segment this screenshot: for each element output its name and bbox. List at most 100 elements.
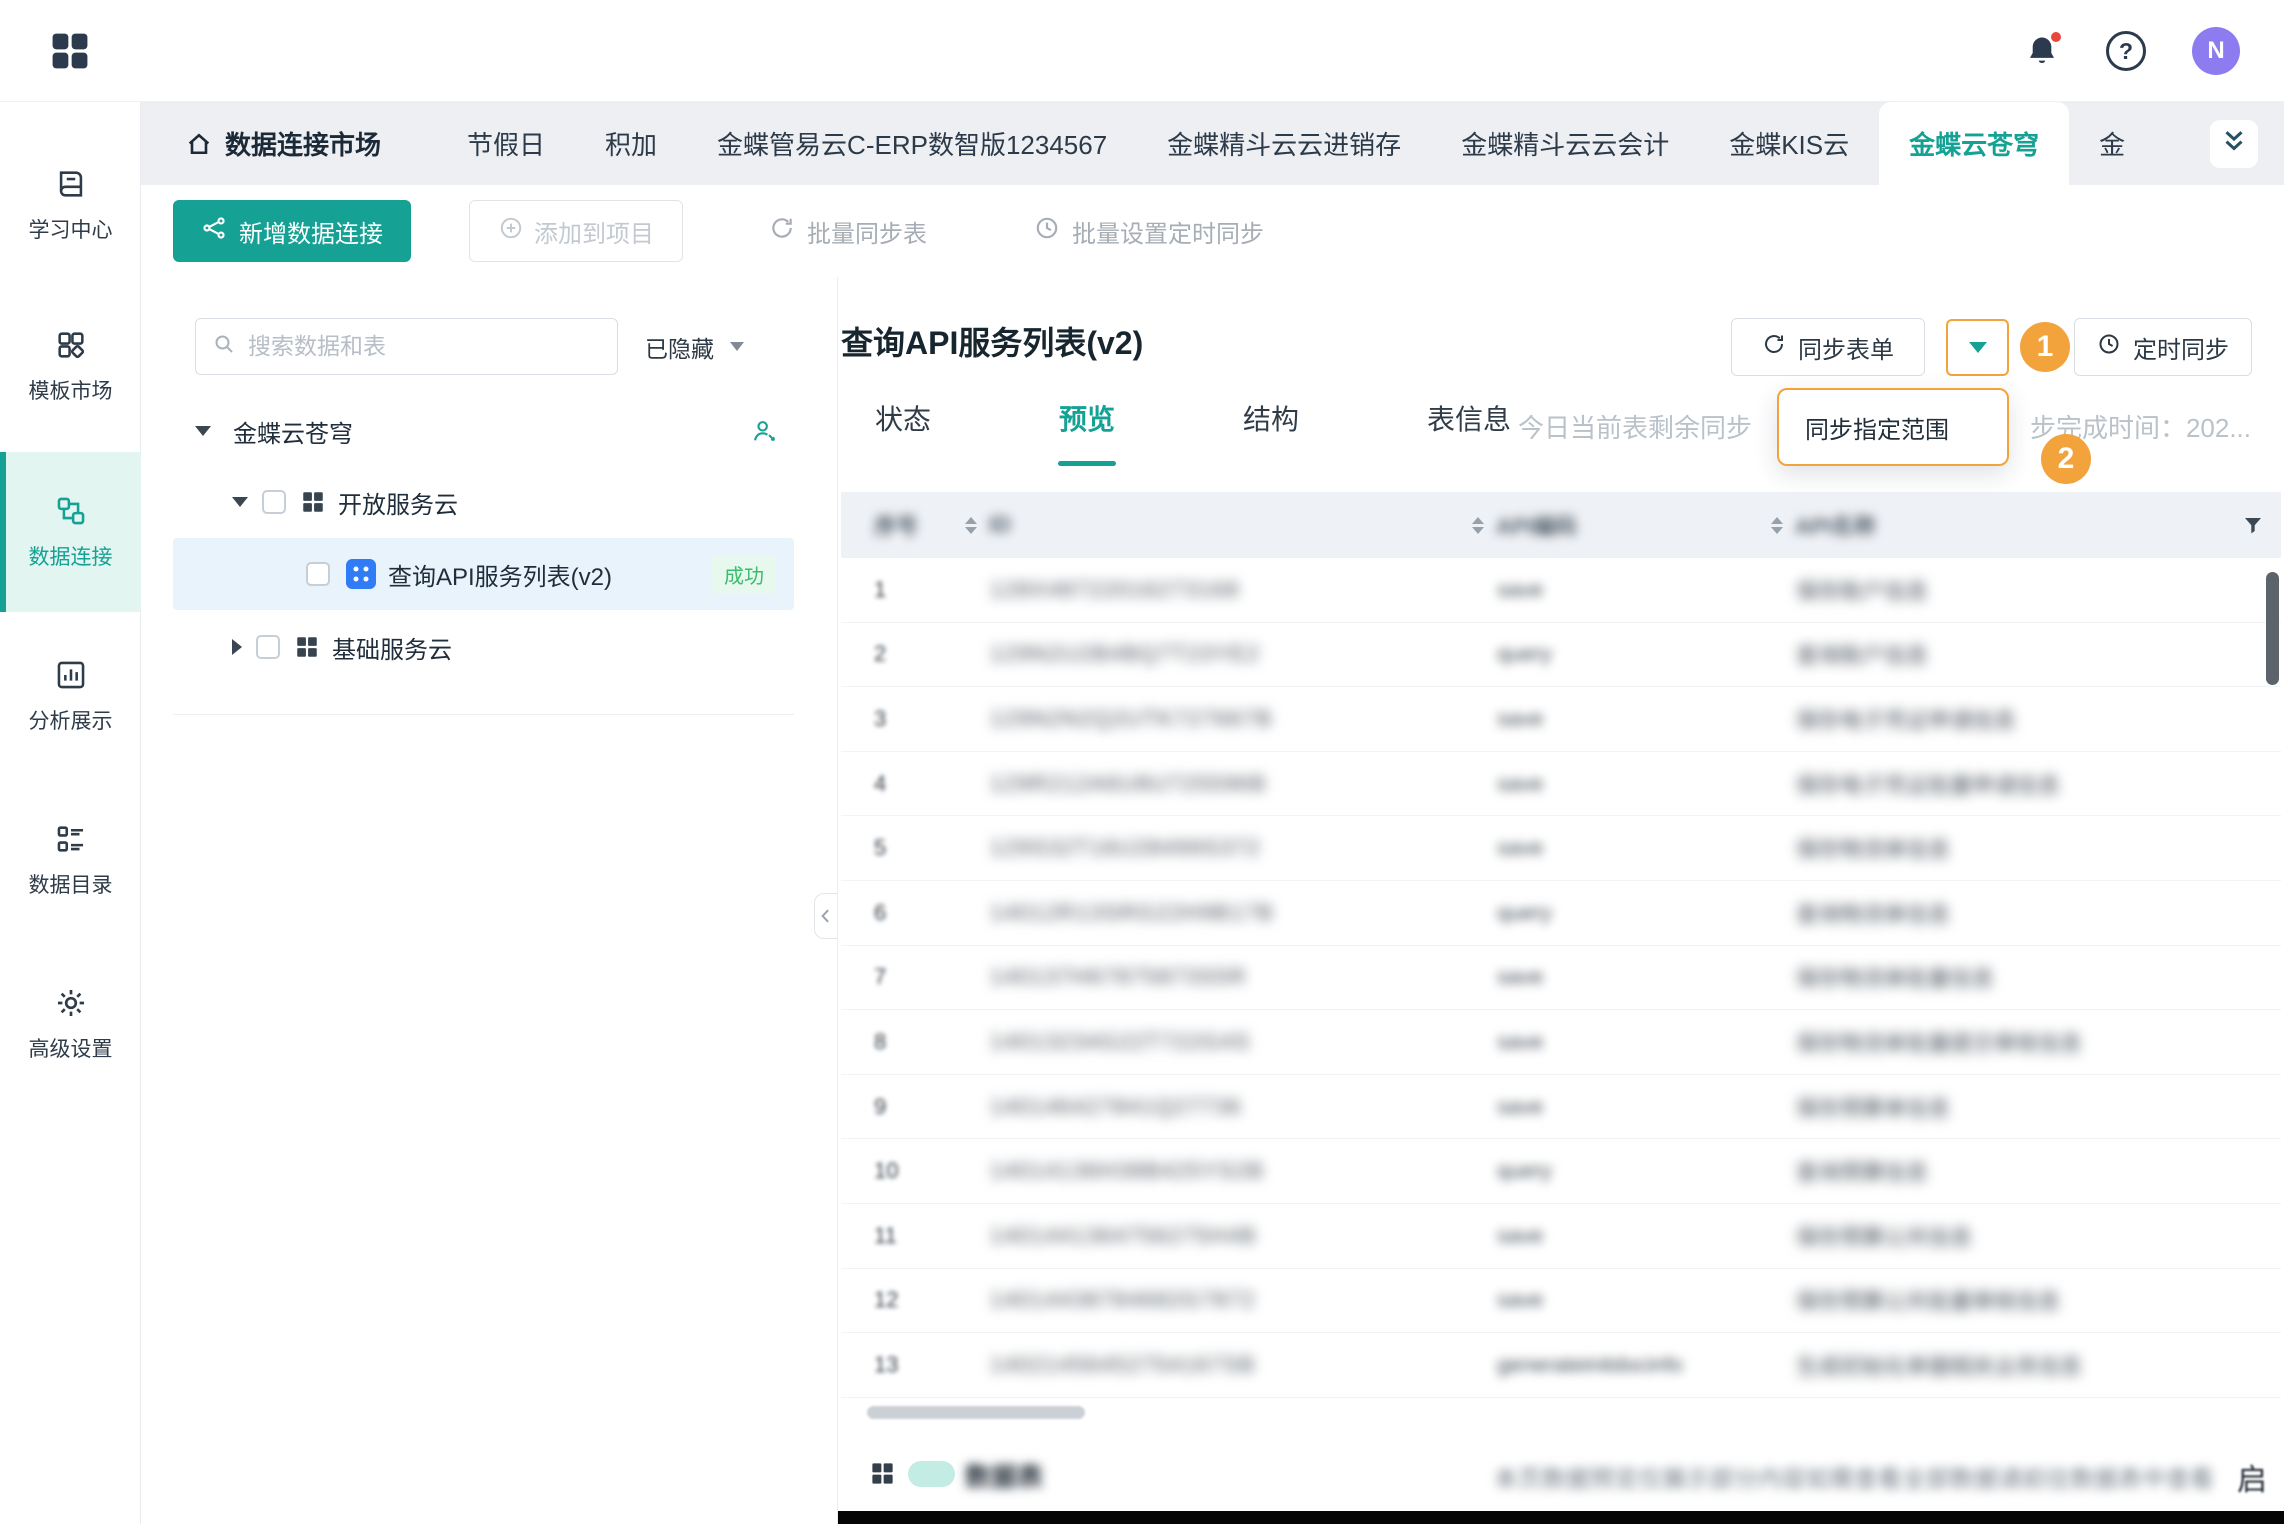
tab-truncated[interactable]: 金 [2069,102,2125,185]
table-row[interactable]: 5 129S32T16U28499S372 save 保存物流单信息 [841,816,2281,881]
cell-index: 6 [841,900,957,926]
table-row[interactable]: 6 14012R13SRG22H9B17B query 查询物流单信息 [841,881,2281,946]
hidden-filter-label: 已隐藏 [645,330,714,364]
table-row[interactable]: 8 14013234G22T722G4S save 保存物流单批量提交审核信息 [841,1010,2281,1075]
tree-node-label: 查询API服务列表(v2) [388,557,612,592]
column-header-label: API编码 [1496,509,1577,541]
user-permission-icon[interactable] [751,417,779,445]
column-header-api-code[interactable]: API编码 [1464,509,1763,541]
caret-down-icon[interactable] [195,426,211,436]
checkbox[interactable] [256,635,280,659]
sync-dropdown-caret-button[interactable] [1946,319,2009,376]
tabs-overflow-button[interactable] [2210,120,2258,168]
tree-node-open-service-cloud[interactable]: 开放服务云 [232,474,458,530]
cell-id: 14014438784682G7872 [957,1287,1464,1313]
tree-node-basic-service-cloud[interactable]: 基础服务云 [232,619,452,675]
sidebar-item-learning-center[interactable]: 学习中心 [0,125,141,285]
table-row[interactable]: 12 14014438784682G7872 save 保存预算公共批量审核信息 [841,1269,2281,1334]
tab-jingdouyun-accounting[interactable]: 金蝶精斗云云会计 [1431,102,1699,185]
tab-structure[interactable]: 结构 [1243,398,1299,466]
scheduled-sync-button[interactable]: 定时同步 [2074,318,2252,376]
cell-api-code: save [1464,771,1763,797]
cell-id: 14012R13SRG22H9B17B [957,900,1464,926]
column-header-id[interactable]: ID [957,512,1464,538]
search-icon [212,332,236,361]
checkbox[interactable] [306,562,330,586]
cell-api-name: 查询物流单信息 [1763,897,2281,929]
tab-guanyiyun-erp[interactable]: 金蝶管易云C-ERP数智版1234567 [687,102,1137,185]
cell-id: 129S32T16U28499S372 [957,835,1464,861]
cell-api-code: save [1464,1287,1763,1313]
filter-funnel-icon[interactable] [2241,513,2265,537]
gear-icon [54,986,88,1020]
cell-index: 5 [841,835,957,861]
tree-node-cosmic-root[interactable]: 金蝶云苍穹 [195,403,795,459]
collapse-panel-handle[interactable] [814,893,837,939]
checkbox[interactable] [262,490,286,514]
sidebar-item-data-catalog[interactable]: 数据目录 [0,780,141,940]
notifications-bell-icon[interactable] [2024,33,2060,69]
cell-api-code: generateinitdocinfo [1464,1352,1763,1378]
table-body: 1 128X48722016273168 save 保存账户信息 2 129N2… [841,558,2281,1398]
add-to-project-button[interactable]: 添加到项目 [469,200,683,262]
new-data-connection-button[interactable]: 新增数据连接 [173,200,411,262]
sidebar-item-data-connection[interactable]: 数据连接 [0,452,141,612]
sidebar-item-analysis[interactable]: 分析展示 [0,616,141,776]
column-header-index[interactable]: 序号 [841,509,957,541]
cell-id: 129N2N2Q2UTK727667B [957,706,1464,732]
tab-jingdouyun-invoicing[interactable]: 金蝶精斗云云进销存 [1137,102,1431,185]
vertical-scrollbar-thumb[interactable] [2266,572,2279,685]
sidebar-item-template-market[interactable]: 模板市场 [0,286,141,446]
tab-table-info[interactable]: 表信息 [1427,398,1511,466]
column-header-label: 序号 [874,509,918,541]
breadcrumb-data-connection-market[interactable]: 数据连接市场 [185,125,381,162]
tab-status[interactable]: 状态 [875,398,931,466]
cell-index: 8 [841,1029,957,1055]
service-cloud-icon [294,634,320,660]
tab-jijia[interactable]: 积加 [575,102,687,185]
cell-api-name: 保存预算单信息 [1763,1091,2281,1123]
table-row[interactable]: 1 128X48722016273168 save 保存账户信息 [841,558,2281,623]
menu-item-sync-range[interactable]: 同步指定范围 [1805,410,1949,445]
preview-table: 序号 ID API编码 API名称 [841,492,2281,1398]
column-header-api-name[interactable]: API名称 [1763,509,2281,541]
sort-icon [1472,517,1484,534]
search-input[interactable] [248,333,601,360]
cell-index: 7 [841,964,957,990]
batch-schedule-sync-button[interactable]: 批量设置定时同步 [1034,200,1264,262]
table-row[interactable]: 7 140137H67875873S5R save 保存物流单批量信息 [841,946,2281,1011]
table-row[interactable]: 11 1401441364756275H4B save 保存预算公共信息 [841,1204,2281,1269]
table-row[interactable]: 10 14014136H38B425YS2B query 查询预算信息 [841,1139,2281,1204]
tab-cosmic-cloud[interactable]: 金蝶云苍穹 [1879,102,2069,185]
batch-sync-tables-button[interactable]: 批量同步表 [769,200,927,262]
cell-id: 14014136H38B425YS2B [957,1158,1464,1184]
table-row[interactable]: 4 129R212A6U8U725596B save 保存电子凭证批量申请信息 [841,752,2281,817]
help-icon[interactable]: ? [2106,31,2146,71]
sync-form-button[interactable]: 同步表单 [1731,318,1925,376]
table-row[interactable]: 9 140146427841Q27736 save 保存预算单信息 [841,1075,2281,1140]
sidebar-item-advanced-settings[interactable]: 高级设置 [0,944,141,1104]
horizontal-scrollbar[interactable] [867,1406,1085,1419]
tab-holiday[interactable]: 节假日 [437,102,575,185]
hidden-filter-dropdown[interactable]: 已隐藏 [645,318,744,375]
table-row[interactable]: 13 14021456452754167SB generateinitdocin… [841,1333,2281,1398]
app-logo-icon[interactable] [48,29,92,73]
avatar[interactable]: N [2192,27,2240,75]
caret-right-icon[interactable] [232,639,242,655]
tab-kis-cloud[interactable]: 金蝶KIS云 [1699,102,1879,185]
tab-preview[interactable]: 预览 [1059,398,1115,466]
annotation-badge-1: 1 [2020,322,2070,372]
tree-node-api-list-selected[interactable]: 查询API服务列表(v2) 成功 [173,538,794,610]
sync-form-label: 同步表单 [1798,330,1894,365]
breadcrumb-label: 数据连接市场 [225,125,381,162]
annotation-badge-2: 2 [2041,434,2091,484]
bottom-strip [838,1511,2284,1524]
topbar: ? N [0,0,2284,102]
detail-tabs: 状态 预览 结构 表信息 [875,398,1511,466]
table-row[interactable]: 2 129N2U2B4BQ7T23YE2 query 查询账户信息 [841,623,2281,688]
caret-down-icon[interactable] [232,497,248,507]
sidebar: 学习中心 模板市场 数据连接 [0,102,141,1524]
cell-api-name: 保存电子凭证批量申请信息 [1763,768,2281,800]
cell-index: 11 [841,1223,957,1249]
table-row[interactable]: 3 129N2N2Q2UTK727667B save 保存电子凭证申请信息 [841,687,2281,752]
